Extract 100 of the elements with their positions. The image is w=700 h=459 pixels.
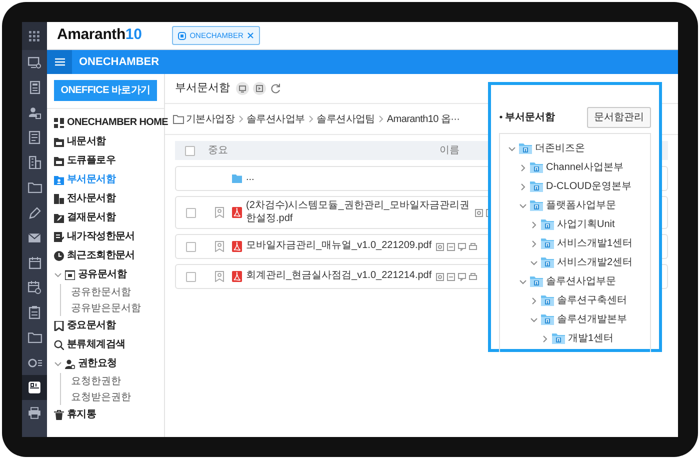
preview-icon [436, 242, 444, 250]
checkbox[interactable] [186, 208, 196, 218]
mail-icon [28, 232, 41, 242]
tree-item[interactable]: 솔루션구축센터 [500, 291, 650, 310]
breadcrumb-link[interactable]: 솔루션사업팀 [316, 112, 375, 126]
sidebar-item[interactable]: 도큐플로우 [47, 151, 164, 170]
clock-icon [54, 250, 64, 260]
checkbox[interactable] [186, 272, 196, 282]
breadcrumb-link[interactable]: 기본사업장 [186, 112, 235, 126]
monitor-gear-icon [28, 56, 41, 68]
pdf-icon [232, 271, 242, 282]
panel-title: 부서문서함 [499, 110, 555, 125]
folder-icon [28, 182, 42, 193]
menu-icon [54, 58, 64, 66]
calendar-clock-icon [28, 281, 41, 294]
folder-icon [54, 156, 64, 166]
print-icon [468, 242, 477, 250]
download-icon [446, 242, 455, 250]
tree-item[interactable]: 솔루션사업부문 [500, 272, 650, 291]
sidebar-item[interactable]: 공유문서함 [47, 265, 164, 284]
download-icon [446, 272, 455, 280]
toggle-list-icon [28, 358, 42, 368]
file-name[interactable]: 회계관리_현금실사점검_v1.0_221214.pdf [246, 270, 432, 283]
tree-item[interactable]: 개발1센터 [500, 329, 650, 348]
sidebar-item[interactable]: 전사문서함 [47, 189, 164, 208]
folder-icon [519, 143, 532, 154]
sidebar-item[interactable]: 권한요청 [47, 354, 164, 373]
sidebar-item[interactable]: 최근조회한문서 [47, 246, 164, 265]
folder-icon [173, 114, 184, 124]
folder-icon [530, 181, 543, 192]
tree-item[interactable]: 더존비즈온 [500, 139, 650, 158]
sidebar-app-button[interactable] [22, 375, 47, 400]
calendar-icon [28, 256, 40, 268]
trash-icon [54, 410, 64, 420]
apps-grid-icon [29, 30, 40, 42]
folder-icon [530, 276, 543, 287]
sidebar-item[interactable]: 내가작성한문서 [47, 227, 164, 246]
bullet-icon [499, 115, 505, 120]
person-gear-icon [65, 358, 75, 368]
sidebar-item[interactable]: 결재문서함 [47, 208, 164, 227]
file-name[interactable]: 모바일자금관리_매뉴얼_v1.0_221209.pdf [246, 240, 432, 253]
close-button[interactable] [247, 32, 254, 39]
sidebar-subitem[interactable]: 공유받은문서함 [61, 300, 164, 316]
comment-icon [458, 272, 466, 280]
play-icon [253, 82, 266, 95]
folder-icon [28, 332, 42, 343]
sidebar-subitem[interactable]: 요청받은권한 [61, 389, 164, 405]
toolbar-button[interactable] [236, 82, 249, 95]
tree-item[interactable]: 솔루션개발본부 [500, 310, 650, 329]
folder-icon [552, 333, 565, 344]
folder-icon [530, 200, 543, 211]
folder-icon [541, 219, 554, 230]
folder-icon [530, 162, 543, 173]
folder-icon [232, 174, 242, 183]
module-title: ONECHAMBER [78, 54, 160, 70]
pdf-icon [232, 207, 242, 218]
comment-icon [458, 242, 466, 250]
breadcrumb-link[interactable]: Amaranth10 옵··· [386, 112, 460, 126]
refresh-icon [270, 83, 281, 94]
sidebar-item[interactable]: 중요문서함 [47, 316, 164, 335]
folder-pen-icon [54, 212, 64, 222]
preview-icon [436, 272, 444, 280]
close-icon [247, 32, 254, 39]
manage-button[interactable]: 문서함관리 [587, 107, 651, 128]
pen-icon [28, 206, 40, 218]
toolbar-button[interactable] [253, 82, 266, 95]
parent-folder-link[interactable]: ... [246, 172, 254, 185]
clipboard-icon [29, 306, 40, 319]
sidebar-subitem[interactable]: 요청한권한 [61, 373, 164, 389]
search-icon [54, 340, 64, 350]
building-icon [54, 194, 64, 204]
person-card-icon [28, 106, 41, 118]
folder-icon [54, 136, 64, 146]
folder-icon [541, 238, 554, 249]
sidebar-item[interactable]: 내문서함 [47, 132, 164, 151]
sidebar-item[interactable]: 휴지통 [47, 405, 164, 424]
print-icon [468, 272, 477, 280]
tree-item[interactable]: 플랫폼사업부문 [500, 196, 650, 215]
menu-button[interactable] [47, 50, 72, 74]
tree-item[interactable]: 서비스개발1센터 [500, 234, 650, 253]
building-icon [28, 156, 40, 169]
bookmark-icon [54, 320, 64, 330]
preview-icon [475, 208, 483, 216]
printer-icon [28, 406, 41, 418]
breadcrumb-link[interactable]: 솔루션사업부 [246, 112, 305, 126]
people-folder-icon [54, 174, 64, 184]
checkbox[interactable] [186, 242, 196, 252]
chevron-icon [236, 115, 245, 123]
file-name[interactable]: (2차검수)시스템모듈_권한관리_모바일자금관리권한설정.pdf [246, 200, 471, 225]
column-header: 이름 [440, 145, 460, 156]
page-title: 부서문서함 [175, 81, 230, 96]
chevron-icon [376, 115, 385, 123]
sidebar-subitem[interactable]: 공유한문서함 [61, 284, 164, 300]
document-pen-icon [54, 232, 64, 242]
app-logo: Amaranth10 [57, 25, 142, 46]
grid-icon [54, 118, 64, 128]
sidebar-item[interactable]: 분류체계검색 [47, 335, 164, 354]
checkbox[interactable] [185, 146, 195, 156]
column-header: 중요 [208, 144, 228, 158]
chevron-icon [306, 115, 315, 123]
